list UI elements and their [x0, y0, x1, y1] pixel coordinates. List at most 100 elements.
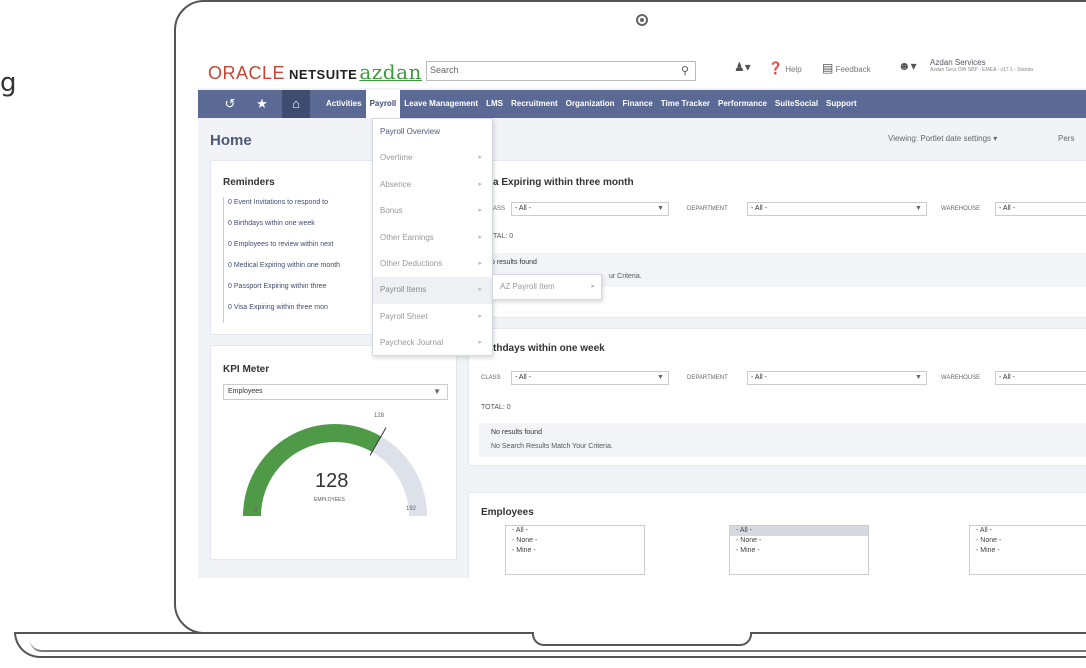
- nav-item-performance[interactable]: Performance: [714, 90, 771, 118]
- menu-item-label: Absence: [380, 179, 412, 189]
- nav-item-organization[interactable]: Organization: [562, 90, 619, 118]
- list-option[interactable]: - Mine -: [970, 546, 1086, 556]
- reminders-list: 0 Event Invitations to respond to 0 Birth…: [223, 197, 340, 323]
- chevron-down-icon: ▼: [915, 374, 922, 381]
- payroll-dropdown-menu: Payroll Overview Overtime ▸ Absence ▸ Bonus ▸ O…: [372, 118, 493, 356]
- kpi-meter-portlet: KPI Meter Employees ▼ 128 128 EMPLOYEES …: [210, 345, 457, 560]
- global-search[interactable]: Search ⚲: [426, 61, 696, 81]
- help-label: Help: [785, 65, 802, 74]
- class-filter-select[interactable]: - All -: [511, 202, 669, 216]
- list-option[interactable]: - Mine -: [506, 546, 644, 556]
- account-name[interactable]: Azdan Services: [930, 58, 986, 67]
- viewing-settings[interactable]: Viewing: Portlet date settings ▾: [888, 134, 997, 143]
- warehouse-filter-select[interactable]: - All -: [995, 202, 1086, 216]
- menu-item-label: Other Earnings: [380, 232, 434, 242]
- menu-item-other-deductions[interactable]: Other Deductions ▸: [373, 251, 492, 277]
- search-input[interactable]: Search: [430, 65, 459, 75]
- reminder-item[interactable]: 0 Event Invitations to respond to: [223, 197, 340, 218]
- visa-title: a Expiring within three month: [493, 177, 634, 188]
- chevron-down-icon: ▼: [657, 374, 664, 381]
- employees-multiselect[interactable]: - All -- None -- Mine -: [505, 525, 645, 575]
- menu-item-payroll-items[interactable]: Payroll Items ▸: [373, 277, 492, 304]
- menu-item-overtime[interactable]: Overtime ▸: [373, 145, 492, 171]
- nav-item-payroll[interactable]: Payroll: [365, 90, 401, 118]
- search-icon[interactable]: ⚲: [681, 64, 689, 77]
- user-icon[interactable]: ☻▾: [898, 59, 917, 73]
- list-option[interactable]: - All -: [506, 526, 644, 536]
- list-option[interactable]: - All -: [730, 526, 868, 536]
- department-filter-label: DEPARTMENT: [687, 375, 728, 381]
- birthdays-no-results-text: No results found: [491, 429, 542, 436]
- help-icon: ❓: [768, 61, 783, 75]
- chevron-right-icon: ▸: [591, 283, 595, 290]
- person-switch-icon[interactable]: ♟▾: [734, 60, 751, 74]
- chevron-right-icon: ▸: [478, 233, 482, 241]
- edge-text-fragment: g: [0, 68, 17, 98]
- department-filter-value: - All -: [751, 205, 767, 212]
- menu-item-absence[interactable]: Absence ▸: [373, 172, 492, 198]
- list-option[interactable]: - None -: [970, 536, 1086, 546]
- menu-item-label: Payroll Items: [380, 285, 427, 295]
- nav-item-recruitment[interactable]: Recruitment: [507, 90, 562, 118]
- laptop-notch: [532, 632, 752, 646]
- employees-multiselect[interactable]: - All -- None -- Mine -: [729, 525, 869, 575]
- reminder-item[interactable]: 0 Medical Expiring within one month: [223, 260, 340, 281]
- menu-item-label: Bonus: [380, 206, 403, 216]
- gauge-fill: [243, 424, 382, 516]
- list-option[interactable]: - All -: [970, 526, 1086, 536]
- menu-item-label: Paycheck Journal: [380, 338, 444, 348]
- nav-item-leave-management[interactable]: Leave Management: [400, 90, 482, 118]
- department-filter-select[interactable]: - All -: [747, 371, 927, 385]
- account-subtitle: Azdan Svcs OW SBP - EMEA - v17.1 - Stand…: [930, 67, 1034, 73]
- birthdays-filters: CLASS - All - ▼ DEPARTMENT - All - ▼ WAR…: [469, 370, 1086, 386]
- help-link[interactable]: ❓ Help: [768, 61, 802, 75]
- birthdays-title: thdays within one week: [493, 343, 605, 354]
- nav-item-lms[interactable]: LMS: [482, 90, 507, 118]
- reminder-item[interactable]: 0 Passport Expiring within three: [223, 281, 340, 302]
- feedback-icon: ▤: [822, 61, 834, 75]
- nav-item-support[interactable]: Support: [822, 90, 861, 118]
- home-icon[interactable]: ⌂: [282, 90, 310, 118]
- reminder-item[interactable]: 0 Visa Expiring within three mon: [223, 302, 340, 323]
- reminder-item[interactable]: 0 Employees to review within next: [223, 239, 340, 260]
- chevron-right-icon: ▸: [478, 286, 482, 294]
- warehouse-filter-select[interactable]: - All -: [995, 371, 1086, 385]
- employees-portlet: Employees - All -- None -- Mine -- All -…: [468, 492, 1086, 578]
- list-option[interactable]: - None -: [506, 536, 644, 546]
- kpi-select[interactable]: Employees ▼: [223, 384, 448, 400]
- brand-logo[interactable]: ORACLE NETSUITE azdan: [208, 60, 422, 84]
- nav-item-finance[interactable]: Finance: [619, 90, 657, 118]
- class-filter-select[interactable]: - All -: [511, 371, 669, 385]
- nav-item-time-tracker[interactable]: Time Tracker: [657, 90, 714, 118]
- birthdays-no-results: No results found No Search Results Match…: [479, 423, 1086, 457]
- personalize-link[interactable]: Pers: [1058, 134, 1074, 143]
- department-filter-select[interactable]: - All -: [747, 202, 927, 216]
- netsuite-screen: ORACLE NETSUITE azdan Search ⚲ ♟▾ ❓ Help ▤…: [198, 48, 1086, 578]
- warehouse-filter-value: - All -: [999, 205, 1015, 212]
- nav-item-suitesocial[interactable]: SuiteSocial: [771, 90, 822, 118]
- star-icon[interactable]: ★: [248, 90, 276, 118]
- list-option[interactable]: - Mine -: [730, 546, 868, 556]
- reminders-title: Reminders: [223, 177, 275, 188]
- menu-item-bonus[interactable]: Bonus ▸: [373, 198, 492, 224]
- class-filter-label: ASS: [493, 206, 506, 212]
- history-icon[interactable]: ↺: [216, 90, 244, 118]
- nav-item-activities[interactable]: Activities: [322, 90, 366, 118]
- chevron-right-icon: ▸: [478, 312, 482, 320]
- menu-item-paycheck-journal[interactable]: Paycheck Journal ▸: [373, 330, 492, 356]
- submenu-item-az-payroll-item[interactable]: AZ Payroll Item ▸: [493, 275, 601, 299]
- menu-item-other-earnings[interactable]: Other Earnings ▸: [373, 225, 492, 251]
- employees-multiselect[interactable]: - All -- None -- Mine -: [969, 525, 1086, 575]
- visa-no-match-text: ur Criteria.: [609, 273, 642, 280]
- chevron-down-icon: ▼: [915, 205, 922, 212]
- list-option[interactable]: - None -: [730, 536, 868, 546]
- warehouse-filter-value: - All -: [999, 374, 1015, 381]
- menu-item-payroll-overview[interactable]: Payroll Overview: [373, 119, 492, 145]
- menu-item-label: Payroll Sheet: [380, 311, 428, 321]
- menu-item-payroll-sheet[interactable]: Payroll Sheet ▸: [373, 304, 492, 330]
- feedback-link[interactable]: ▤ Feedback: [822, 61, 871, 75]
- submenu-item-label: AZ Payroll Item: [500, 282, 555, 291]
- reminder-item[interactable]: 0 Birthdays within one week: [223, 218, 340, 239]
- chevron-right-icon: ▸: [478, 154, 482, 162]
- page-title: Home: [210, 132, 252, 149]
